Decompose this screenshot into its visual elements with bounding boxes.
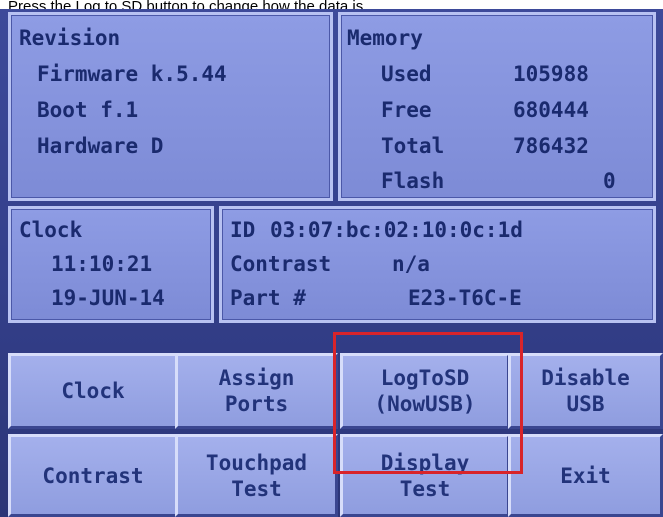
device-info-panel: ID 03:07:bc:02:10:0c:1d Contrast n/a Par… [219,206,656,323]
id-value: 03:07:bc:02:10:0c:1d [270,218,523,242]
clock-time: 11:10:21 [51,252,153,276]
clock-panel: Clock 11:10:21 19-JUN-14 [8,206,214,323]
clock-title: Clock [19,218,83,242]
exit-button[interactable]: Exit [508,434,663,517]
memory-used-label: Used [381,62,432,86]
part-value: E23-T6C-E [408,286,522,310]
disable-usb-label-line2: USB [566,392,605,416]
assign-ports-label-line1: Assign [218,366,295,390]
display-test-label-line1: Display [380,450,470,475]
boot-line: Boot f.1 [37,98,139,122]
log-to-sd-button[interactable]: LogToSD (NowUSB) [340,353,510,429]
memory-panel: Memory Used 105988 Free 680444 Total 786… [338,12,656,201]
memory-total-value: 786432 [513,134,589,158]
hardware-line: Hardware D [37,134,164,158]
disable-usb-label-line1: Disable [541,366,630,390]
device-screen: Revision Firmware k.5.44 Boot f.1 Hardwa… [0,9,663,517]
memory-total-label: Total [381,134,445,158]
display-test-button[interactable]: Display Test [340,434,510,517]
id-label: ID [230,218,256,242]
memory-free-value: 680444 [513,98,589,122]
firmware-line: Firmware k.5.44 [37,62,227,86]
part-label: Part # [230,286,306,310]
memory-flash-label: Flash [381,169,445,193]
contrast-button[interactable]: Contrast [8,434,178,517]
log-to-sd-label-line1: LogToSD [380,366,470,390]
memory-used-value: 105988 [513,62,589,86]
disable-usb-button[interactable]: Disable USB [508,353,663,429]
revision-panel: Revision Firmware k.5.44 Boot f.1 Hardwa… [8,12,333,201]
assign-ports-label-line2: Ports [224,392,289,416]
memory-title: Memory [347,26,423,50]
clock-button[interactable]: Clock [8,353,178,429]
clock-button-label: Clock [61,379,125,403]
display-test-label-line2: Test [399,476,451,501]
contrast-button-label: Contrast [42,463,144,488]
contrast-label: Contrast [230,252,332,276]
touchpad-test-button[interactable]: Touchpad Test [175,434,338,517]
contrast-value: n/a [392,252,430,276]
exit-button-label: Exit [560,463,611,488]
touchpad-test-label-line2: Test [231,476,282,501]
assign-ports-button[interactable]: Assign Ports [175,353,338,429]
log-to-sd-label-line2: (NowUSB) [374,392,476,416]
memory-free-label: Free [381,98,432,122]
revision-title: Revision [19,26,121,50]
clock-date: 19-JUN-14 [51,286,165,310]
touchpad-test-label-line1: Touchpad [205,450,308,475]
memory-flash-value: 0 [603,169,616,193]
